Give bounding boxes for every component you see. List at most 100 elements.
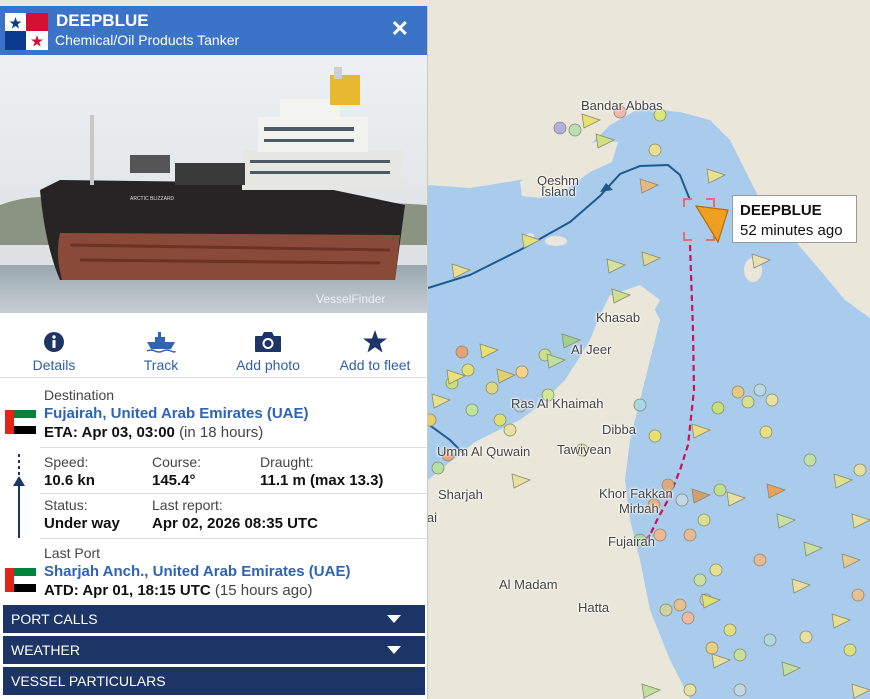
vessel-marker bbox=[503, 423, 517, 437]
map-label-ras-al-khaimah: Ras Al Khaimah bbox=[511, 396, 604, 411]
vessel-marker bbox=[753, 553, 767, 567]
panama-flag-icon bbox=[5, 13, 48, 50]
vessel-marker bbox=[733, 648, 747, 662]
vessel-particulars-label: VESSEL PARTICULARS bbox=[11, 673, 166, 689]
weather-label: WEATHER bbox=[11, 642, 80, 658]
vessel-photo[interactable]: ARCTIC BLIZZARD VesselFinder bbox=[0, 55, 427, 313]
divider bbox=[40, 493, 427, 494]
details-label: Details bbox=[32, 357, 76, 373]
status-label: Status: bbox=[44, 497, 88, 513]
eta-line: ETA: Apr 03, 03:00 (in 18 hours) bbox=[44, 424, 263, 442]
add-to-fleet-button[interactable]: Add to fleet bbox=[325, 323, 425, 373]
course-value: 145.4° bbox=[152, 472, 196, 489]
star-icon bbox=[325, 323, 425, 353]
vessel-marker bbox=[763, 633, 777, 647]
vessel-marker bbox=[713, 483, 727, 497]
panel-header: DEEPBLUE Chemical/Oil Products Tanker ✕ bbox=[0, 6, 427, 55]
vessel-marker bbox=[731, 385, 745, 399]
vessel-marker bbox=[851, 588, 865, 602]
map-label-umm-al-quwain: Umm Al Quwain bbox=[437, 444, 531, 459]
vessel-marker bbox=[653, 528, 667, 542]
atd-relative: (15 hours ago) bbox=[214, 582, 313, 599]
tooltip-time: 52 minutes ago bbox=[740, 222, 843, 239]
map-label-al-madam: Al Madam bbox=[499, 577, 558, 592]
divider bbox=[40, 447, 427, 448]
map-label-tawiyean: Tawiyean bbox=[557, 442, 612, 457]
vessel-particulars-section[interactable]: VESSEL PARTICULARS bbox=[3, 667, 425, 695]
vessel-marker bbox=[648, 429, 662, 443]
add-photo-label: Add photo bbox=[236, 357, 300, 373]
track-button[interactable]: Track bbox=[111, 323, 211, 373]
port-calls-label: PORT CALLS bbox=[11, 611, 98, 627]
vessel-marker bbox=[455, 345, 469, 359]
vessel-marker bbox=[465, 403, 479, 417]
vessel-marker bbox=[693, 573, 707, 587]
vessel-marker bbox=[711, 401, 725, 415]
vessel-marker bbox=[697, 513, 711, 527]
tooltip-vessel-name: DEEPBLUE bbox=[740, 202, 822, 219]
vessel-info-panel: DEEPBLUE Chemical/Oil Products Tanker ✕ bbox=[0, 6, 428, 699]
last-report-label: Last report: bbox=[152, 497, 223, 513]
weather-section[interactable]: WEATHER bbox=[3, 636, 425, 664]
vessel-marker bbox=[683, 683, 697, 697]
map-label-fujairah: Fujairah bbox=[608, 534, 655, 549]
vessel-marker bbox=[683, 528, 697, 542]
speed-label: Speed: bbox=[44, 454, 89, 470]
vessel-marker bbox=[659, 603, 673, 617]
course-label: Course: bbox=[152, 454, 202, 470]
action-bar: Details Track Add photo Add to fleet bbox=[0, 323, 427, 383]
vessel-marker bbox=[675, 493, 689, 507]
uae-flag-icon bbox=[5, 410, 36, 434]
last-report-value: Apr 02, 2026 08:35 UTC bbox=[152, 515, 318, 532]
last-port-label: Last Port bbox=[44, 545, 101, 561]
map-label-bandar-abbas: Bandar Abbas bbox=[581, 98, 663, 113]
port-calls-section[interactable]: PORT CALLS bbox=[3, 605, 425, 633]
svg-text:VesselFinder: VesselFinder bbox=[316, 292, 385, 306]
vessel-marker bbox=[843, 643, 857, 657]
vessel-marker bbox=[733, 683, 747, 697]
info-icon bbox=[4, 323, 104, 353]
add-to-fleet-label: Add to fleet bbox=[339, 357, 411, 373]
atd-value: ATD: Apr 01, 18:15 UTC bbox=[44, 582, 211, 599]
vessel-marker bbox=[853, 463, 867, 477]
destination-link[interactable]: Fujairah, United Arab Emirates (UAE) bbox=[44, 405, 309, 423]
camera-icon bbox=[218, 323, 318, 353]
island bbox=[545, 236, 567, 246]
vessel-marker bbox=[633, 398, 647, 412]
vessel-marker bbox=[803, 453, 817, 467]
vessel-marker bbox=[753, 383, 767, 397]
vessel-marker bbox=[673, 598, 687, 612]
voyage-progress-icon bbox=[12, 452, 26, 540]
svg-text:ARCTIC BLIZZARD: ARCTIC BLIZZARD bbox=[130, 196, 175, 202]
uae-flag-icon bbox=[5, 568, 36, 592]
vessel-marker bbox=[705, 641, 719, 655]
vessel-marker bbox=[759, 425, 773, 439]
add-photo-button[interactable]: Add photo bbox=[218, 323, 318, 373]
map-label-al-jeer: Al Jeer bbox=[571, 342, 612, 357]
divider bbox=[0, 377, 427, 378]
vessel-marker bbox=[799, 630, 813, 644]
destination-label: Destination bbox=[44, 387, 115, 403]
vessel-type: Chemical/Oil Products Tanker bbox=[55, 32, 240, 48]
vessel-marker bbox=[681, 611, 695, 625]
map-label-khor-fakkan: Khor Fakkan bbox=[599, 486, 673, 501]
map-label-sharjah: Sharjah bbox=[438, 487, 483, 502]
draught-value: 11.1 m (max 13.3) bbox=[260, 472, 384, 489]
details-button[interactable]: Details bbox=[4, 323, 104, 373]
vessel-marker bbox=[648, 143, 662, 157]
ship-icon bbox=[111, 323, 211, 353]
last-port-link[interactable]: Sharjah Anch., United Arab Emirates (UAE… bbox=[44, 563, 350, 581]
map-label-khasab: Khasab bbox=[596, 310, 641, 325]
speed-value: 10.6 kn bbox=[44, 472, 95, 489]
vessel-marker bbox=[709, 563, 723, 577]
vessel-name: DEEPBLUE bbox=[56, 11, 149, 30]
eta-relative: (in 18 hours) bbox=[179, 424, 264, 441]
vessel-marker bbox=[485, 381, 499, 395]
close-icon[interactable]: ✕ bbox=[391, 18, 409, 40]
vessel-marker bbox=[493, 413, 507, 427]
vessel-marker bbox=[723, 623, 737, 637]
vessel-marker bbox=[431, 461, 445, 475]
vessel-marker bbox=[553, 121, 567, 135]
vessel-tooltip[interactable]: DEEPBLUE 52 minutes ago bbox=[732, 195, 857, 243]
divider bbox=[40, 538, 427, 539]
